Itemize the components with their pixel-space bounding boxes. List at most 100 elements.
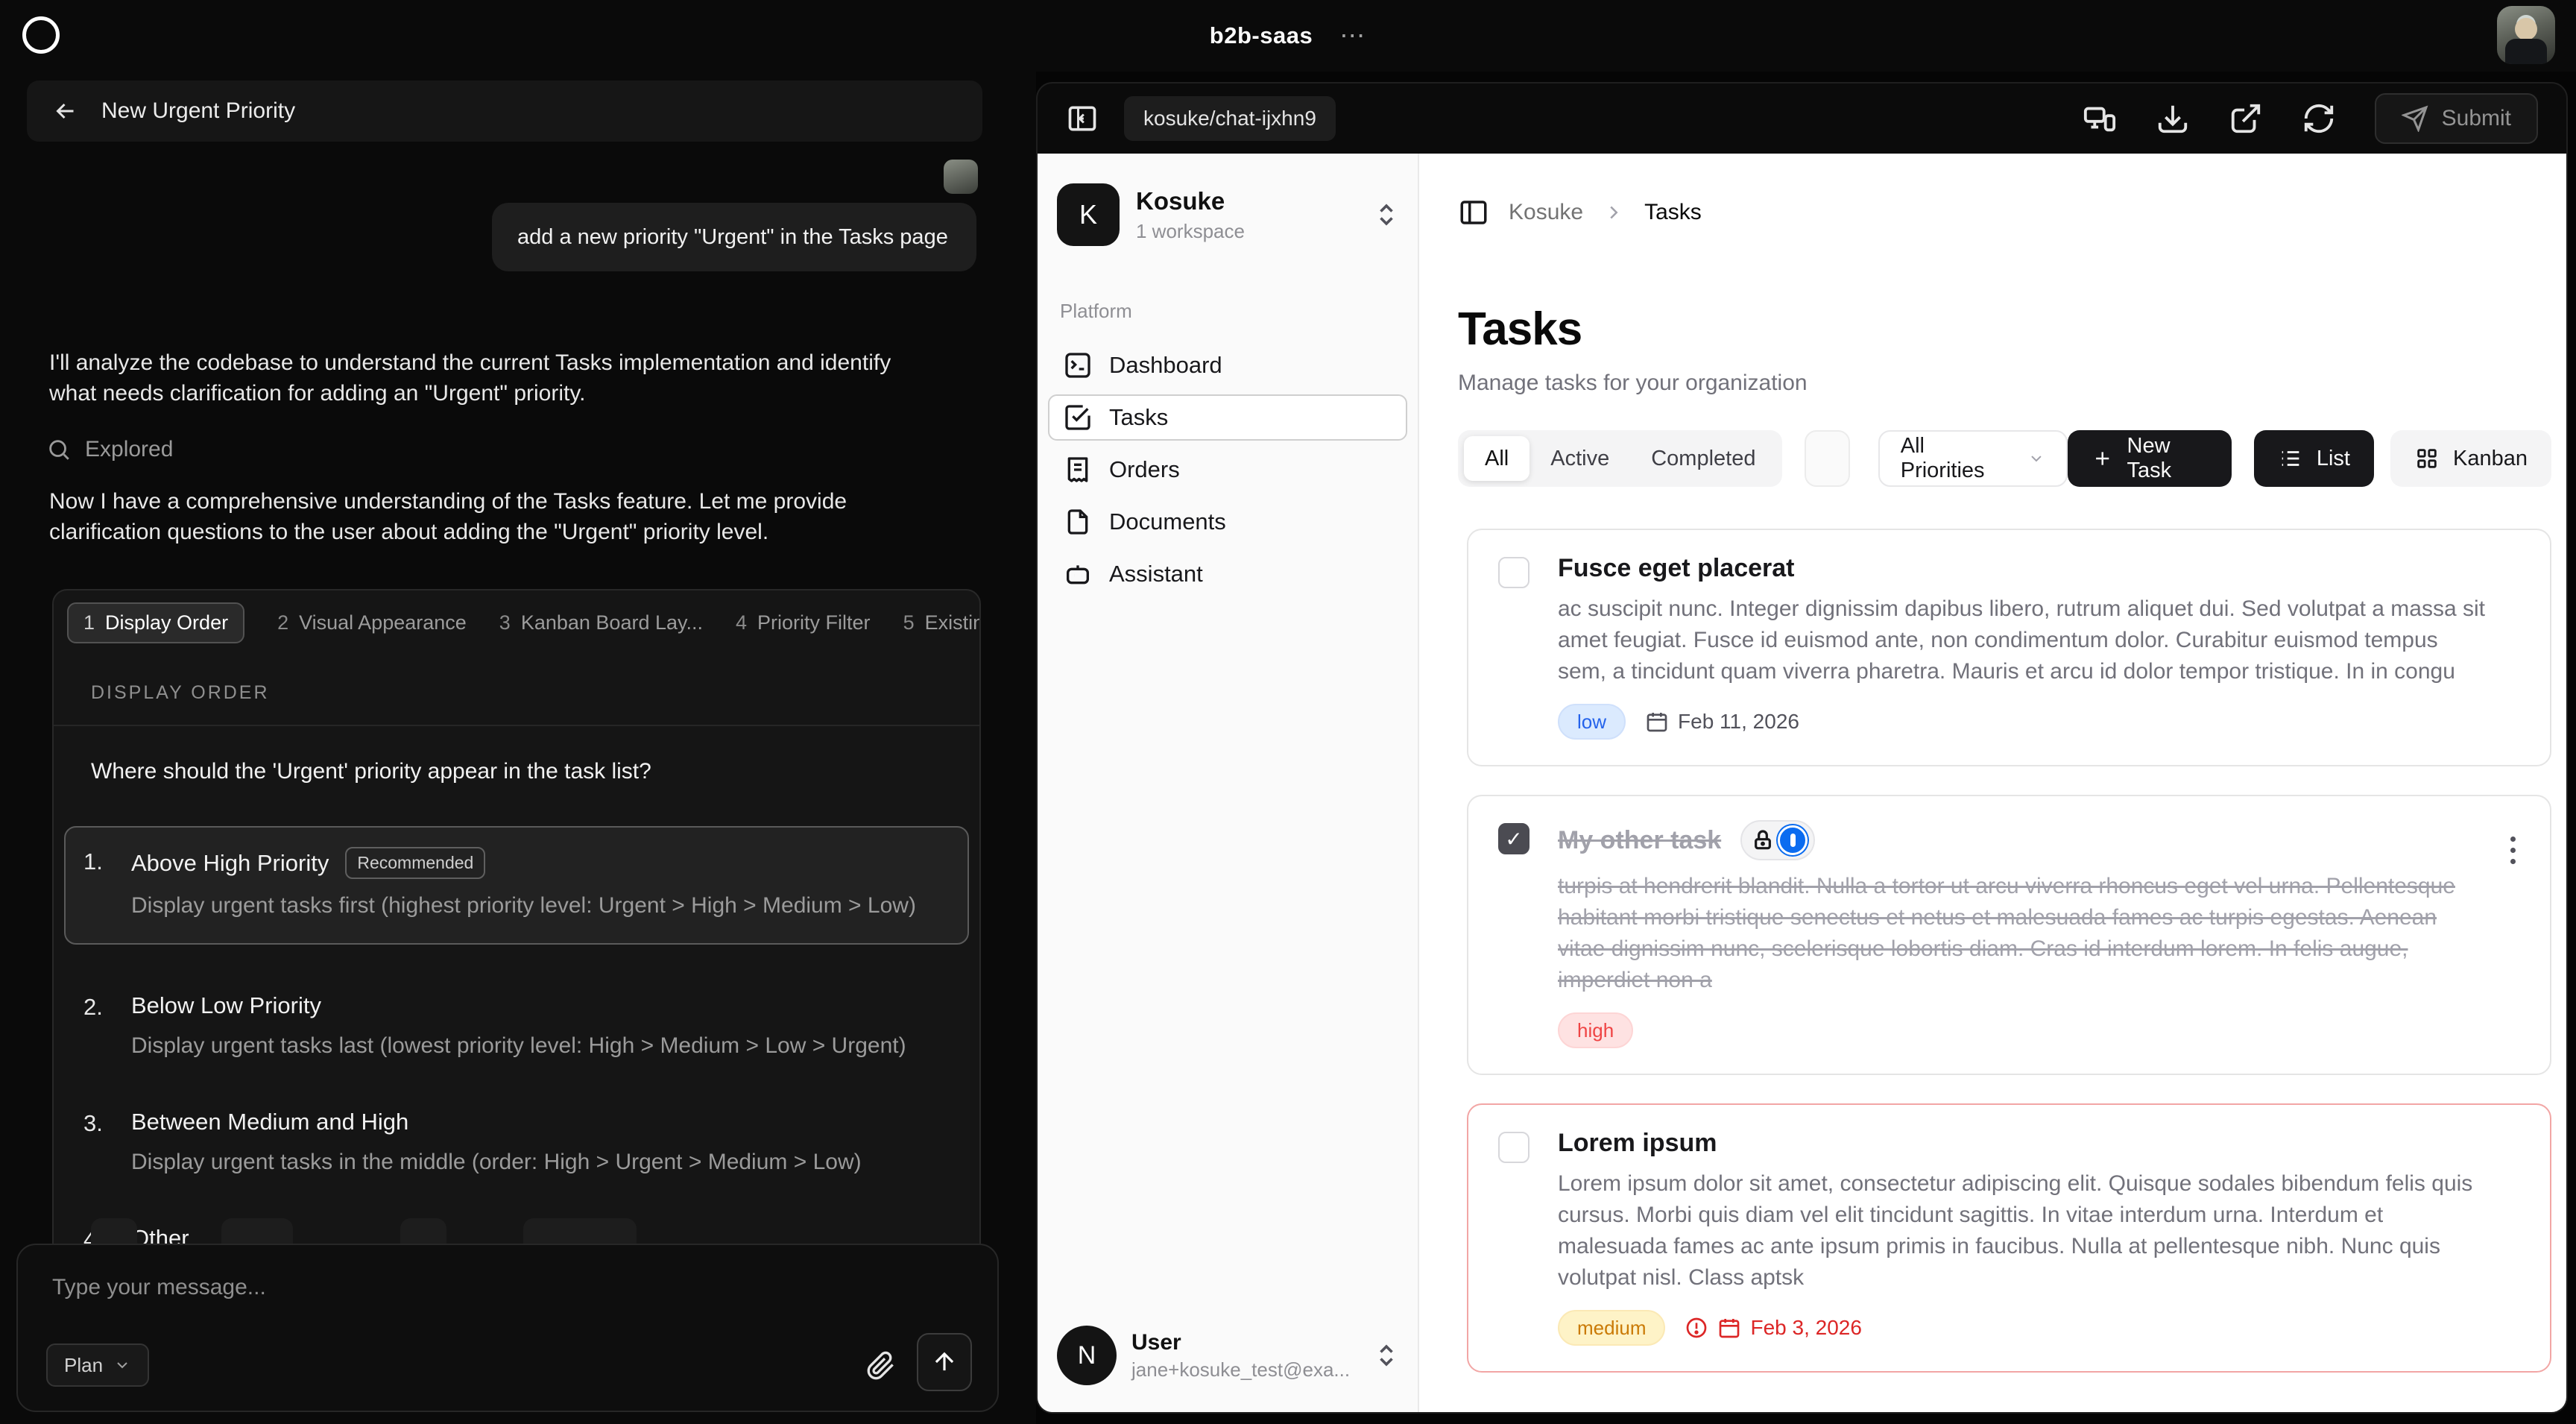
grid-icon <box>2417 449 2437 468</box>
app-sidebar: K Kosuke 1 workspace Platform Dashboard <box>1038 154 1419 1412</box>
chevron-down-icon <box>2031 456 2042 462</box>
chevron-down-icon <box>117 1362 127 1369</box>
filter-mini-box[interactable] <box>1805 430 1850 487</box>
explored-row[interactable]: Explored <box>46 437 173 462</box>
new-task-button[interactable]: New Task <box>2068 430 2232 487</box>
tab-visual-appearance[interactable]: 2 Visual Appearance <box>277 611 467 634</box>
devices-icon[interactable] <box>2083 101 2117 136</box>
user-initial-avatar: N <box>1057 1326 1117 1385</box>
mode-label: Plan <box>64 1353 104 1376</box>
task-card[interactable]: Lorem ipsum Lorem ipsum dolor sit amet, … <box>1467 1103 2551 1373</box>
sidebar-item-assistant[interactable]: Assistant <box>1048 551 1407 597</box>
task-checkbox[interactable]: ✓ <box>1498 823 1530 854</box>
user-avatar[interactable] <box>2497 6 2555 64</box>
app-main: Kosuke Tasks Tasks Manage tasks for your… <box>1419 154 2566 1412</box>
due-date-overdue: Feb 3, 2026 <box>1685 1316 1862 1340</box>
option-label: Below Low Priority <box>131 992 321 1018</box>
explored-label: Explored <box>85 437 174 461</box>
tab-kanban-board[interactable]: 3 Kanban Board Lay... <box>499 611 703 634</box>
sidebar-section-label: Platform <box>1060 300 1132 322</box>
task-title: Lorem ipsum <box>1558 1129 1717 1157</box>
segment-completed[interactable]: Completed <box>1630 436 1776 481</box>
tab-display-order[interactable]: 1 Display Order <box>67 602 245 643</box>
segment-active[interactable]: Active <box>1530 436 1630 481</box>
task-checkbox[interactable] <box>1498 1132 1530 1163</box>
preview-path-pill[interactable]: kosuke/chat-ijxhn9 <box>1124 96 1336 141</box>
option-label: Between Medium and High <box>131 1109 409 1135</box>
back-arrow-icon[interactable] <box>52 98 79 125</box>
clarification-question: Where should the 'Urgent' priority appea… <box>91 759 651 784</box>
task-card[interactable]: Fusce eget placerat ac suscipit nunc. In… <box>1467 529 2551 766</box>
filter-row: All Active Completed All Priorities New … <box>1458 430 2551 487</box>
option-below-low[interactable]: 2. Below Low Priority Display urgent tas… <box>83 992 979 1061</box>
option-desc: Display urgent tasks in the middle (orde… <box>131 1150 862 1174</box>
priority-badge: low <box>1558 704 1626 740</box>
external-link-icon[interactable] <box>2229 101 2263 136</box>
submit-button[interactable]: Submit <box>2374 93 2538 144</box>
breadcrumb-parent[interactable]: Kosuke <box>1509 200 1583 225</box>
task-card[interactable]: ✓ My other task turpis at hendrerit blan… <box>1467 795 2551 1075</box>
password-manager-badge[interactable] <box>1740 820 1816 860</box>
sidebar-item-dashboard[interactable]: Dashboard <box>1048 342 1407 388</box>
sidebar-item-label: Orders <box>1109 456 1180 482</box>
tab-number: 3 <box>499 611 511 634</box>
chat-header: New Urgent Priority <box>27 81 982 142</box>
checkbox-icon <box>1065 405 1090 430</box>
mode-select[interactable]: Plan <box>46 1343 150 1387</box>
message-composer[interactable]: Type your message... Plan <box>16 1244 999 1412</box>
workspace-name: Kosuke <box>1136 186 1225 215</box>
calendar-icon <box>1720 1319 1740 1338</box>
section-title: DISPLAY ORDER <box>91 682 270 703</box>
tab-label: Kanban Board Lay... <box>520 611 704 634</box>
breadcrumb: Kosuke Tasks <box>1458 197 2551 228</box>
status-segmented-control: All Active Completed <box>1458 430 1783 487</box>
list-view-button[interactable]: List <box>2253 430 2374 487</box>
sidebar-item-documents[interactable]: Documents <box>1048 499 1407 545</box>
download-icon[interactable] <box>2156 101 2190 136</box>
composer-placeholder[interactable]: Type your message... <box>52 1275 266 1300</box>
option-number: 1. <box>83 848 103 875</box>
option-desc: Display urgent tasks first (highest prio… <box>131 893 916 918</box>
task-title: My other task <box>1558 825 1722 854</box>
breadcrumb-current[interactable]: Tasks <box>1644 200 1702 225</box>
app-preview-window: kosuke/chat-ijxhn9 Submit K Kosuke 1 wor… <box>1036 82 2568 1414</box>
list-view-label: List <box>2316 446 2350 470</box>
task-desc: ac suscipit nunc. Integer dignissim dapi… <box>1558 596 2485 684</box>
sidebar-nav: Dashboard Tasks Orders Documents Assista… <box>1038 342 1418 597</box>
user-email: jane+kosuke_test@exa... <box>1131 1358 1351 1381</box>
sidebar-item-tasks[interactable]: Tasks <box>1048 394 1407 441</box>
chat-panel: New Urgent Priority add a new priority "… <box>0 72 1036 1424</box>
workspace-switcher[interactable]: K Kosuke 1 workspace <box>1057 183 1400 246</box>
priority-select[interactable]: All Priorities <box>1878 430 2068 487</box>
user-message-bubble: add a new priority "Urgent" in the Tasks… <box>492 203 976 271</box>
refresh-icon[interactable] <box>2302 101 2336 136</box>
tab-existing-tasks[interactable]: 5 Existing Ta <box>903 611 979 634</box>
list-icon <box>2282 451 2299 466</box>
kanban-view-button[interactable]: Kanban <box>2390 430 2551 487</box>
option-above-high[interactable]: 1. Above High Priority Recommended Displ… <box>64 826 969 945</box>
sidebar-item-orders[interactable]: Orders <box>1048 447 1407 493</box>
chat-title: New Urgent Priority <box>101 98 296 123</box>
send-button[interactable] <box>917 1333 972 1391</box>
tab-label: Priority Filter <box>757 611 871 634</box>
new-task-label: New Task <box>2127 434 2172 482</box>
panel-collapse-icon[interactable] <box>1066 102 1099 135</box>
calendar-icon <box>1647 713 1667 732</box>
option-number: 3. <box>83 1110 103 1136</box>
more-menu-icon[interactable]: ⋯ <box>1339 21 1366 51</box>
panel-left-icon[interactable] <box>1458 197 1489 228</box>
sidebar-item-label: Documents <box>1109 508 1226 535</box>
task-checkbox[interactable] <box>1498 557 1530 588</box>
option-between-medium-high[interactable]: 3. Between Medium and High Display urgen… <box>83 1109 979 1177</box>
due-date: Feb 11, 2026 <box>1645 710 1799 734</box>
assistant-message: I'll analyze the codebase to understand … <box>49 350 891 406</box>
option-label: Above High Priority <box>131 849 329 876</box>
tab-priority-filter[interactable]: 4 Priority Filter <box>736 611 871 634</box>
segment-all[interactable]: All <box>1464 436 1530 481</box>
sidebar-user-menu[interactable]: N User jane+kosuke_test@exa... <box>1038 1326 1418 1412</box>
paperclip-icon[interactable] <box>866 1351 896 1381</box>
task-list: Fusce eget placerat ac suscipit nunc. In… <box>1467 529 2551 1373</box>
kebab-menu-icon[interactable] <box>2498 828 2528 872</box>
tab-number: 5 <box>903 611 915 634</box>
sidebar-item-label: Dashboard <box>1109 352 1222 378</box>
